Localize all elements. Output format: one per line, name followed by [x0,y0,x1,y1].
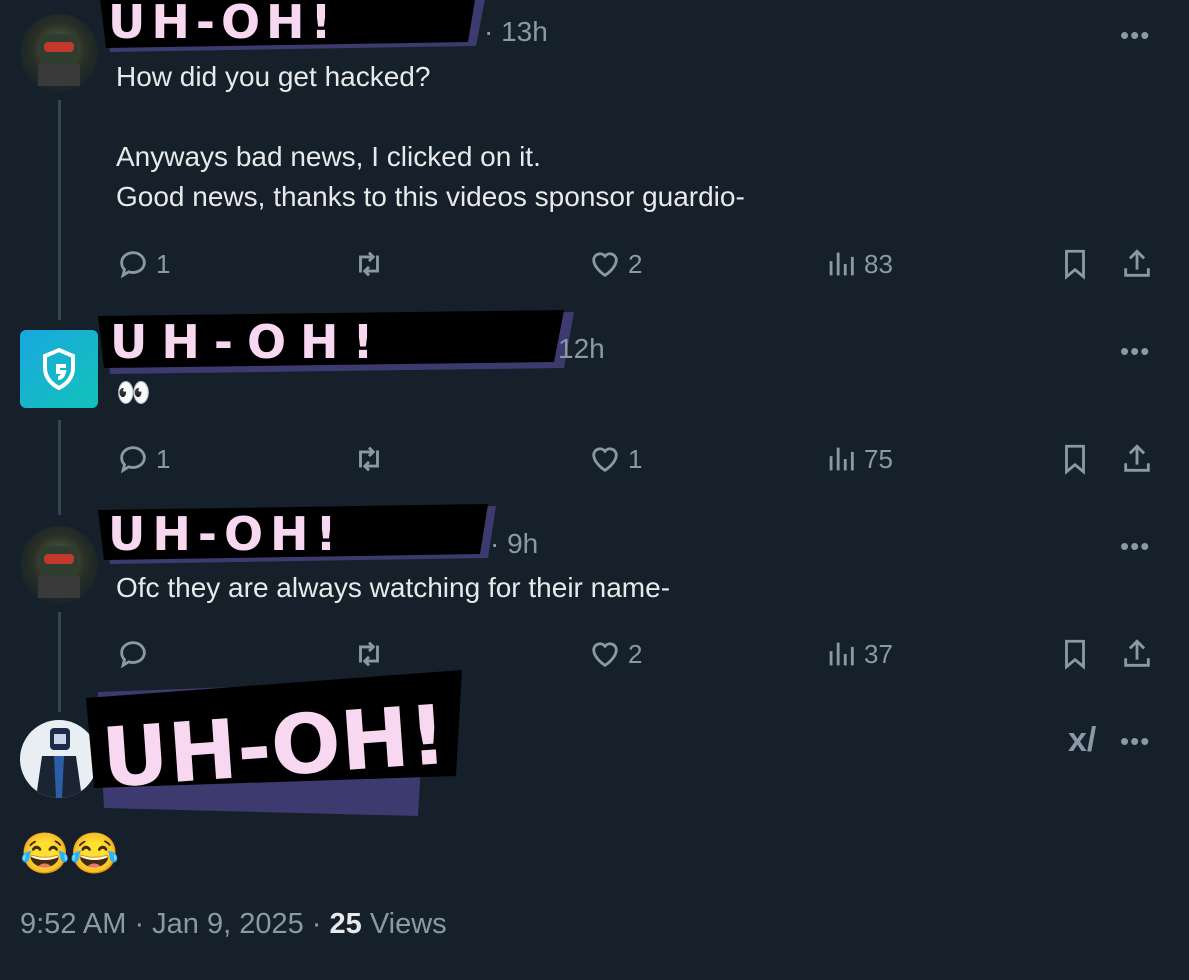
retweet-button[interactable] [352,634,386,674]
reply-icon [120,446,146,474]
tweet-time[interactable]: · 13h [484,16,548,48]
more-icon[interactable]: ••• [1120,20,1150,51]
reply-count: 1 [156,248,171,279]
share-button[interactable] [1120,634,1154,674]
retweet-icon [359,641,379,667]
grok-icon: x/ [1068,720,1097,759]
views-icon [829,252,854,276]
views-button[interactable]: 83 [824,244,893,284]
share-icon [1124,444,1150,472]
views-icon [829,447,854,471]
share-icon [1124,249,1150,277]
more-icon[interactable]: ••• [1120,336,1150,367]
name-banner[interactable]: UH-OH! [96,504,516,571]
like-count: 2 [628,638,643,669]
like-count: 1 [628,443,643,474]
uh-oh-banner-image: UH-OH! [98,310,574,374]
like-button[interactable]: 1 [588,439,642,479]
avatar[interactable] [20,330,98,408]
avatar[interactable] [20,526,98,604]
post-timestamp: 9:52 AM · Jan 9, 2025 · 25 Views [20,908,447,941]
avatar[interactable] [20,14,98,92]
like-count: 2 [628,248,643,279]
tweet-actions: 1 1 75 [116,439,1166,479]
like-icon [592,252,618,278]
reply-button[interactable] [116,634,156,674]
tweet-time[interactable]: 12h [558,333,605,365]
name-banner[interactable]: UH-OH! [96,310,586,381]
avatar-helmet-image [38,546,80,598]
uh-oh-banner-image: UH-OH! [98,504,496,564]
like-button[interactable]: 2 [588,244,642,284]
tweet-actions: 2 37 [116,634,1166,674]
post-text: 😂😂 [20,832,120,876]
bookmark-icon [1065,444,1085,475]
reply-button[interactable]: 1 [116,439,170,479]
reply-icon [120,251,146,279]
retweet-icon [359,251,379,277]
reply-icon [120,641,146,669]
svg-text:UH-OH!: UH-OH! [108,507,344,561]
views-icon [829,642,854,666]
thread-connector [58,420,61,515]
svg-text:UH-OH!: UH-OH! [108,0,338,49]
share-icon [1124,639,1150,667]
avatar-helmet-image [38,34,80,86]
retweet-icon [359,446,379,472]
like-button[interactable]: 2 [588,634,642,674]
name-banner[interactable]: UH-OH! [96,0,506,59]
tweet-text: 👀 [116,377,151,408]
thread-connector [58,100,61,320]
views-button[interactable]: 75 [824,439,893,479]
reply-button[interactable]: 1 [116,244,170,284]
views-count: 75 [864,443,893,474]
tweet-text: Ofc they are always watching for their n… [116,572,671,603]
share-button[interactable] [1120,244,1154,284]
views-count: 83 [864,248,893,279]
svg-text:UH-OH!: UH-OH! [110,315,388,369]
views-count: 37 [864,638,893,669]
tweet-actions: 1 2 83 [116,244,1166,284]
uh-oh-banner-image: UH-OH! [100,0,485,52]
bookmark-icon [1065,249,1085,280]
reply-count: 1 [156,443,171,474]
tweet-text: How did you get hacked? Anyways bad news… [116,61,745,212]
retweet-button[interactable] [352,244,386,284]
bookmark-button[interactable] [1058,439,1092,479]
share-button[interactable] [1120,439,1154,479]
more-icon[interactable]: ••• [1120,531,1150,562]
like-icon [592,642,618,668]
more-icon[interactable]: ••• [1120,726,1150,757]
views-button[interactable]: 37 [824,634,893,674]
views-label: Views [361,908,447,940]
name-banner[interactable]: UH-OH! [86,670,470,825]
thread-connector [58,612,61,712]
guardio-shield-icon [43,347,75,391]
views-total: 25 [329,908,362,940]
bookmark-icon [1065,639,1085,670]
grok-button[interactable]: x/ [1068,720,1096,760]
bookmark-button[interactable] [1058,634,1092,674]
retweet-button[interactable] [352,439,386,479]
uh-oh-banner-image: UH-OH! [86,670,462,816]
bookmark-button[interactable] [1058,244,1092,284]
like-icon [592,447,618,473]
tweet-time[interactable]: · 9h [490,528,538,560]
post-time[interactable]: 9:52 AM · Jan 9, 2025 · [20,908,330,940]
